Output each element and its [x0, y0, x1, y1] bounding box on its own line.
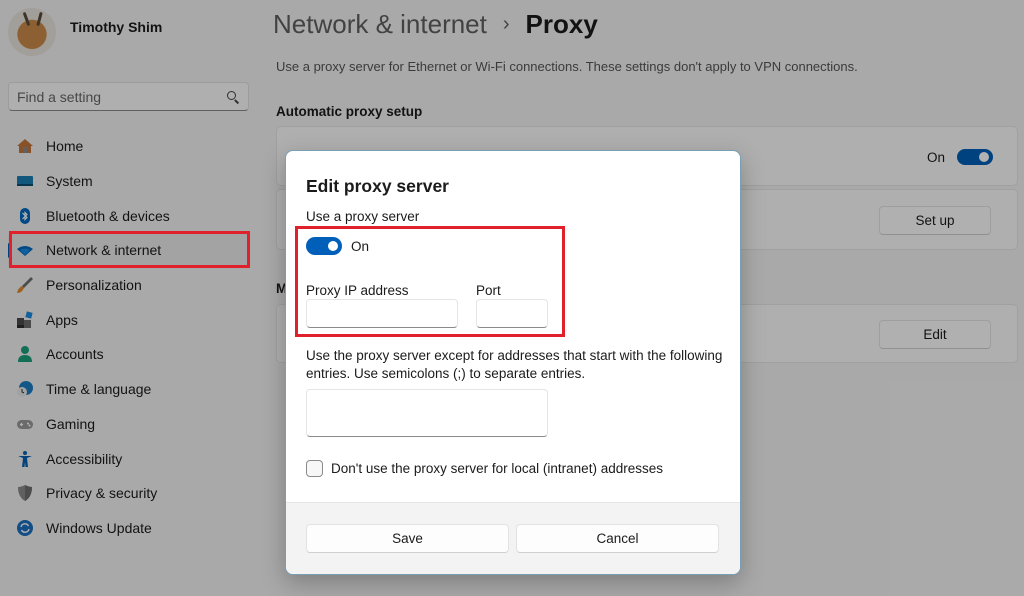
exceptions-description: Use the proxy server except for addresse… [306, 348, 723, 381]
local-addresses-checkbox-label[interactable]: Don't use the proxy server for local (in… [331, 461, 663, 476]
cancel-button[interactable]: Cancel [516, 524, 719, 553]
dialog-footer: Save Cancel [286, 502, 740, 574]
highlight-annotation [9, 231, 250, 268]
save-button[interactable]: Save [306, 524, 509, 553]
use-proxy-label: Use a proxy server [306, 209, 420, 224]
exceptions-input[interactable] [306, 389, 548, 437]
dialog-title: Edit proxy server [306, 176, 449, 196]
local-addresses-checkbox-row[interactable]: Don't use the proxy server for local (in… [306, 460, 663, 477]
local-addresses-checkbox[interactable] [306, 460, 323, 477]
highlight-annotation [295, 226, 565, 337]
edit-proxy-dialog: Edit proxy server Use a proxy server On … [285, 150, 741, 575]
